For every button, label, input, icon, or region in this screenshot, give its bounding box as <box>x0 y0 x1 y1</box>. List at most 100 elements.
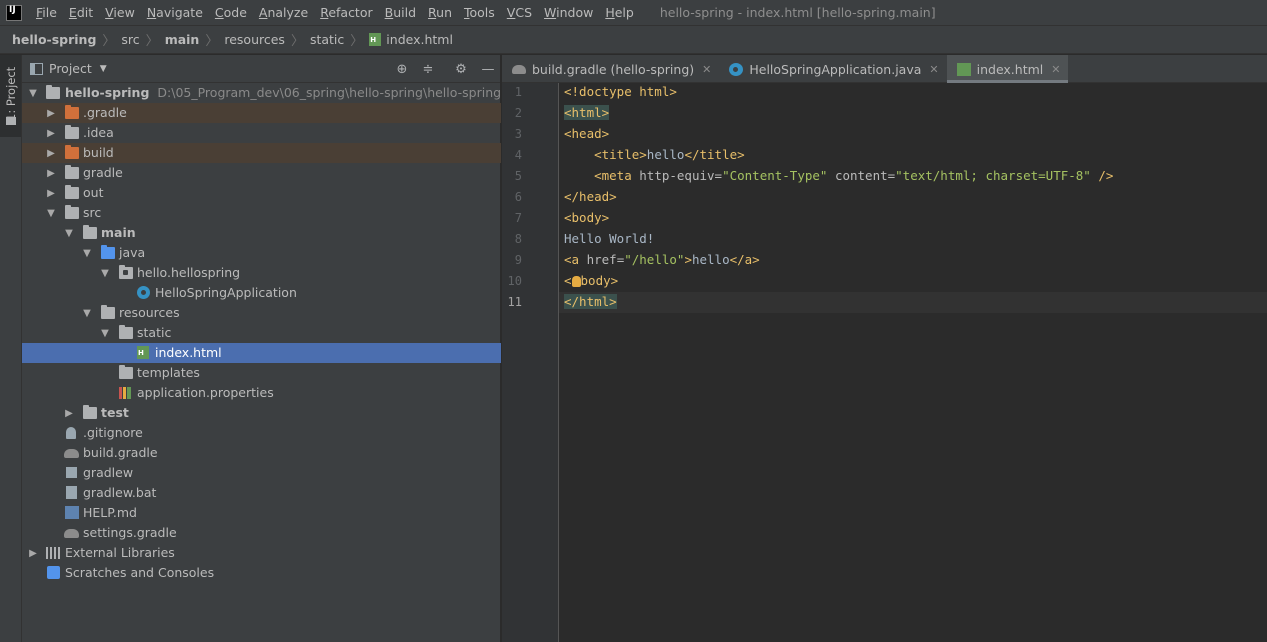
code-token: "Content-Type" <box>722 168 828 183</box>
tree-item-build[interactable]: ▶ build <box>22 143 501 163</box>
tab-hello-spring-application[interactable]: HelloSpringApplication.java ✕ <box>719 55 946 83</box>
code-line: </html> <box>564 294 617 309</box>
intention-bulb-icon[interactable] <box>571 276 581 287</box>
menu-vcs[interactable]: VCS <box>501 0 538 26</box>
menu-file[interactable]: File <box>30 0 63 26</box>
chevron-down-icon[interactable]: ▼ <box>81 307 93 319</box>
html-file-icon <box>956 62 971 76</box>
tree-item-idea[interactable]: ▶ .idea <box>22 123 501 143</box>
spring-class-icon <box>137 286 150 299</box>
chevron-right-icon[interactable]: ▶ <box>45 167 57 179</box>
tree-label: java <box>119 245 146 260</box>
project-tool-window-button[interactable]: 1: Project <box>0 55 21 137</box>
menu-refactor[interactable]: Refactor <box>314 0 378 26</box>
code-line: <title>hello</title> <box>564 147 745 162</box>
chevron-down-icon[interactable]: ▼ <box>99 327 111 339</box>
caret-down-icon[interactable]: ▼ <box>100 64 107 74</box>
line-number: 5 <box>514 169 522 183</box>
chevron-down-icon[interactable]: ▼ <box>63 227 75 239</box>
tree-label: src <box>83 205 102 220</box>
breadcrumb-item-index-html[interactable]: index.html <box>369 32 453 47</box>
project-view-selector[interactable]: Project <box>49 61 92 76</box>
menu-view[interactable]: View <box>99 0 141 26</box>
tree-label: main <box>101 225 136 240</box>
locate-target-icon[interactable]: ⊕ <box>394 61 410 77</box>
chevron-right-icon[interactable]: ▶ <box>45 127 57 139</box>
folder-icon <box>119 325 133 339</box>
menu-build[interactable]: Build <box>379 0 422 26</box>
code-token: Hello World! <box>564 231 655 246</box>
tree-item-out[interactable]: ▶ out <box>22 183 501 203</box>
chevron-down-icon[interactable]: ▼ <box>45 207 57 219</box>
tree-item-resources[interactable]: ▼ resources <box>22 303 501 323</box>
line-number: 10 <box>507 274 522 288</box>
menu-code[interactable]: Code <box>209 0 253 26</box>
chevron-down-icon[interactable]: ▼ <box>99 267 111 279</box>
tree-item-gitignore[interactable]: .gitignore <box>22 423 501 443</box>
chevron-right-icon[interactable]: ▶ <box>45 107 57 119</box>
close-icon[interactable]: ✕ <box>1051 63 1060 76</box>
tab-index-html[interactable]: index.html ✕ <box>946 55 1069 83</box>
text-file-icon <box>66 486 77 499</box>
folder-icon <box>65 185 79 199</box>
tree-item-src[interactable]: ▼ src <box>22 203 501 223</box>
close-icon[interactable]: ✕ <box>702 63 711 76</box>
menu-analyze[interactable]: Analyze <box>253 0 314 26</box>
tree-label: build <box>83 145 114 160</box>
chevron-right-icon[interactable]: ▶ <box>27 547 39 559</box>
tree-item-test[interactable]: ▶ test <box>22 403 501 423</box>
menu-tools[interactable]: Tools <box>458 0 501 26</box>
tree-item-main[interactable]: ▼ main <box>22 223 501 243</box>
tree-item-scratches[interactable]: Scratches and Consoles <box>22 563 501 583</box>
chevron-down-icon[interactable]: ▼ <box>27 87 39 99</box>
tree-item-build-gradle[interactable]: build.gradle <box>22 443 501 463</box>
chevron-right-icon[interactable]: ▶ <box>63 407 75 419</box>
tree-item-package[interactable]: ▼ hello.hellospring <box>22 263 501 283</box>
collapse-all-icon[interactable]: ≑ <box>420 61 436 77</box>
menu-run[interactable]: Run <box>422 0 458 26</box>
chevron-down-icon[interactable]: ▼ <box>81 247 93 259</box>
breadcrumb-item-project[interactable]: hello-spring <box>12 32 96 47</box>
tab-label: index.html <box>976 61 1044 77</box>
tree-item-index-html[interactable]: index.html <box>22 343 501 363</box>
code-token: <title> <box>594 147 647 162</box>
code-editor[interactable]: <!doctype html> <html> <head> <title>hel… <box>559 83 1267 642</box>
breadcrumb-item-static[interactable]: static <box>310 32 344 47</box>
tab-build-gradle[interactable]: build.gradle (hello-spring) ✕ <box>502 55 719 83</box>
tree-item-help-md[interactable]: HELP.md <box>22 503 501 523</box>
line-number: 9 <box>514 253 522 267</box>
tree-item-gradlew[interactable]: gradlew <box>22 463 501 483</box>
hide-panel-icon[interactable]: — <box>480 61 496 77</box>
breadcrumb-item-main[interactable]: main <box>165 32 200 47</box>
tree-item-hello-spring[interactable]: ▼ hello-spring D:\05_Program_dev\06_sprin… <box>22 83 501 103</box>
tree-item-gradle-cache[interactable]: ▶ .gradle <box>22 103 501 123</box>
chevron-right-icon[interactable]: ▶ <box>45 147 57 159</box>
tree-item-static[interactable]: ▼ static <box>22 323 501 343</box>
breadcrumb-item-resources[interactable]: resources <box>224 32 285 47</box>
tree-item-templates[interactable]: templates <box>22 363 501 383</box>
code-token: "/hello" <box>624 252 685 267</box>
html-file-icon <box>137 346 149 359</box>
tree-label: HelloSpringApplication <box>155 285 297 300</box>
window-title: hello-spring - index.html [hello-spring.… <box>659 5 936 20</box>
tree-item-java[interactable]: ▼ java <box>22 243 501 263</box>
tree-label: build.gradle <box>83 445 158 460</box>
tree-item-gradle[interactable]: ▶ gradle <box>22 163 501 183</box>
shell-script-icon <box>66 467 77 478</box>
chevron-right-icon[interactable]: ▶ <box>45 187 57 199</box>
menu-window[interactable]: Window <box>538 0 599 26</box>
menu-edit[interactable]: Edit <box>63 0 99 26</box>
code-token: <html> <box>564 105 610 120</box>
breadcrumb-item-src[interactable]: src <box>121 32 139 47</box>
gear-icon[interactable]: ⚙ <box>453 61 469 77</box>
tree-item-settings-gradle[interactable]: settings.gradle <box>22 523 501 543</box>
code-token: <a <box>564 252 580 267</box>
tree-item-hello-spring-application[interactable]: HelloSpringApplication <box>22 283 501 303</box>
tree-item-gradlew-bat[interactable]: gradlew.bat <box>22 483 501 503</box>
tree-item-application-properties[interactable]: application.properties <box>22 383 501 403</box>
menu-navigate[interactable]: Navigate <box>141 0 209 26</box>
close-icon[interactable]: ✕ <box>929 63 938 76</box>
menu-help[interactable]: Help <box>599 0 640 26</box>
code-token: </head> <box>564 189 617 204</box>
tree-item-external-libraries[interactable]: ▶ External Libraries <box>22 543 501 563</box>
